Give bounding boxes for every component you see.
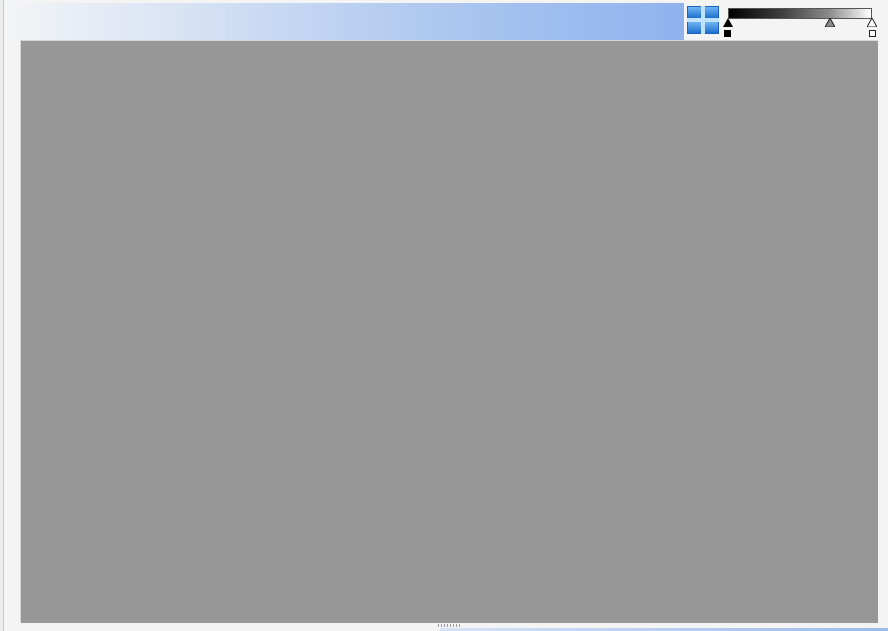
black-stop-marker[interactable] — [723, 18, 733, 27]
start-color-swatch[interactable] — [724, 30, 731, 37]
left-panel-edge[interactable] — [0, 0, 4, 631]
header-gradient-bar — [5, 3, 684, 40]
grid-view-icon[interactable] — [687, 6, 719, 34]
end-color-swatch[interactable] — [869, 30, 876, 37]
resize-handle[interactable] — [438, 624, 460, 627]
gradient-editor[interactable] — [723, 6, 878, 40]
gradient-bar[interactable] — [728, 8, 872, 19]
image-canvas[interactable] — [22, 42, 876, 621]
application-window — [0, 0, 888, 631]
